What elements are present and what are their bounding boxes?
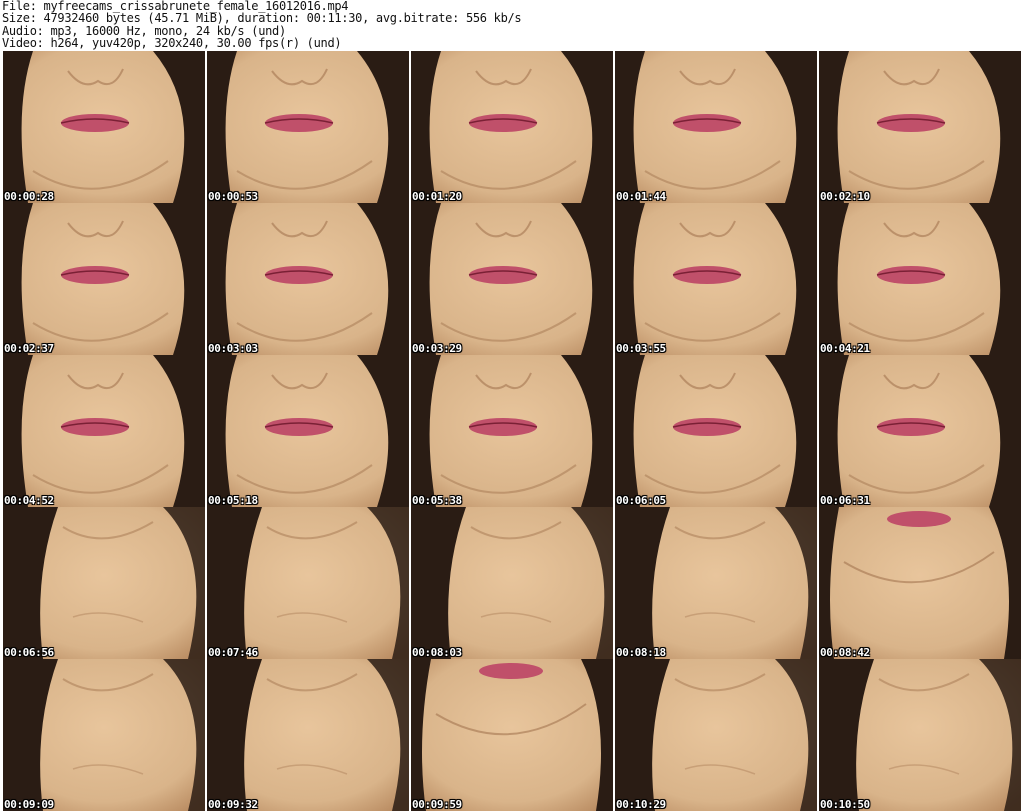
thumbnail-frame <box>207 203 409 355</box>
video-thumbnail: 00:06:05 <box>615 355 817 507</box>
file-size-line: Size: 47932460 bytes (45.71 MiB), durati… <box>2 11 522 26</box>
video-thumbnail: 00:03:03 <box>207 203 409 355</box>
thumbnail-timestamp: 00:09:32 <box>208 798 258 811</box>
lips-shape <box>877 418 945 436</box>
lips-shape <box>469 418 537 436</box>
lips-shape <box>877 266 945 284</box>
thumbnail-frame <box>615 507 817 659</box>
video-thumbnail: 00:05:38 <box>411 355 613 507</box>
video-thumbnail: 00:03:29 <box>411 203 613 355</box>
lips-shape <box>61 266 129 284</box>
thumbnail-frame <box>819 659 1021 811</box>
video-thumbnail: 00:07:46 <box>207 507 409 659</box>
thumbnail-frame <box>615 51 817 203</box>
thumbnail-frame <box>207 659 409 811</box>
video-thumbnail: 00:00:28 <box>3 51 205 203</box>
thumbnail-timestamp: 00:03:55 <box>616 342 666 355</box>
video-thumbnail: 00:04:52 <box>3 355 205 507</box>
video-thumbnail: 00:01:44 <box>615 51 817 203</box>
thumbnail-timestamp: 00:03:29 <box>412 342 462 355</box>
lips-shape <box>673 418 741 436</box>
thumbnail-timestamp: 00:03:03 <box>208 342 258 355</box>
lips-shape <box>469 114 537 132</box>
thumbnail-frame <box>819 203 1021 355</box>
thumbnail-timestamp: 00:05:18 <box>208 494 258 507</box>
lips-shape <box>673 114 741 132</box>
video-thumbnail: 00:09:32 <box>207 659 409 811</box>
thumbnail-frame <box>615 659 817 811</box>
file-info-header: File: myfreecams_crissabrunete_female_16… <box>2 0 1022 50</box>
thumbnail-timestamp: 00:06:05 <box>616 494 666 507</box>
thumbnail-timestamp: 00:09:59 <box>412 798 462 811</box>
thumbnail-frame <box>3 659 205 811</box>
lips-shape <box>265 114 333 132</box>
thumbnail-frame <box>411 659 613 811</box>
thumbnail-timestamp: 00:07:46 <box>208 646 258 659</box>
thumbnail-timestamp: 00:01:20 <box>412 190 462 203</box>
video-thumbnail: 00:10:50 <box>819 659 1021 811</box>
video-thumbnail: 00:09:09 <box>3 659 205 811</box>
thumbnail-timestamp: 00:08:42 <box>820 646 870 659</box>
video-thumbnail: 00:06:56 <box>3 507 205 659</box>
lips-shape <box>469 266 537 284</box>
thumbnail-timestamp: 00:08:03 <box>412 646 462 659</box>
thumbnail-frame <box>207 507 409 659</box>
thumbnail-frame <box>819 51 1021 203</box>
thumbnail-frame <box>207 355 409 507</box>
thumbnail-timestamp: 00:04:52 <box>4 494 54 507</box>
thumbnail-timestamp: 00:08:18 <box>616 646 666 659</box>
thumbnail-frame <box>615 355 817 507</box>
lips-shape <box>877 114 945 132</box>
lips-shape <box>265 418 333 436</box>
video-thumbnail: 00:00:53 <box>207 51 409 203</box>
thumbnail-timestamp: 00:01:44 <box>616 190 666 203</box>
thumbnail-timestamp: 00:10:29 <box>616 798 666 811</box>
video-thumbnail: 00:01:20 <box>411 51 613 203</box>
thumbnail-timestamp: 00:02:10 <box>820 190 870 203</box>
lips-shape <box>61 418 129 436</box>
thumbnail-timestamp: 00:10:50 <box>820 798 870 811</box>
video-thumbnail: 00:02:10 <box>819 51 1021 203</box>
thumbnail-timestamp: 00:00:28 <box>4 190 54 203</box>
thumbnail-frame <box>3 203 205 355</box>
video-thumbnail: 00:03:55 <box>615 203 817 355</box>
video-thumbnail: 00:02:37 <box>3 203 205 355</box>
video-thumbnail: 00:06:31 <box>819 355 1021 507</box>
lips-shape <box>61 114 129 132</box>
lips-shape <box>673 266 741 284</box>
thumbnail-frame <box>411 355 613 507</box>
thumbnail-grid: 00:00:28 00:00:53 00:01:20 00:01:44 00:02:10… <box>3 51 1022 811</box>
video-thumbnail: 00:05:18 <box>207 355 409 507</box>
lips-shape <box>265 266 333 284</box>
thumbnail-timestamp: 00:06:56 <box>4 646 54 659</box>
thumbnail-timestamp: 00:06:31 <box>820 494 870 507</box>
video-thumbnail: 00:08:42 <box>819 507 1021 659</box>
thumbnail-timestamp: 00:09:09 <box>4 798 54 811</box>
thumbnail-frame <box>411 51 613 203</box>
thumbnail-frame <box>411 507 613 659</box>
thumbnail-timestamp: 00:00:53 <box>208 190 258 203</box>
video-info-line: Video: h264, yuv420p, 320x240, 30.00 fps… <box>2 35 342 50</box>
thumbnail-timestamp: 00:05:38 <box>412 494 462 507</box>
thumbnail-frame <box>3 51 205 203</box>
video-thumbnail: 00:08:18 <box>615 507 817 659</box>
thumbnail-frame <box>207 51 409 203</box>
thumbnail-frame <box>3 355 205 507</box>
video-thumbnail: 00:10:29 <box>615 659 817 811</box>
video-thumbnail: 00:04:21 <box>819 203 1021 355</box>
thumbnail-frame <box>819 507 1021 659</box>
video-thumbnail: 00:08:03 <box>411 507 613 659</box>
thumbnail-frame <box>819 355 1021 507</box>
thumbnail-frame <box>411 203 613 355</box>
thumbnail-timestamp: 00:02:37 <box>4 342 54 355</box>
thumbnail-frame <box>3 507 205 659</box>
thumbnail-timestamp: 00:04:21 <box>820 342 870 355</box>
video-thumbnail: 00:09:59 <box>411 659 613 811</box>
thumbnail-frame <box>615 203 817 355</box>
